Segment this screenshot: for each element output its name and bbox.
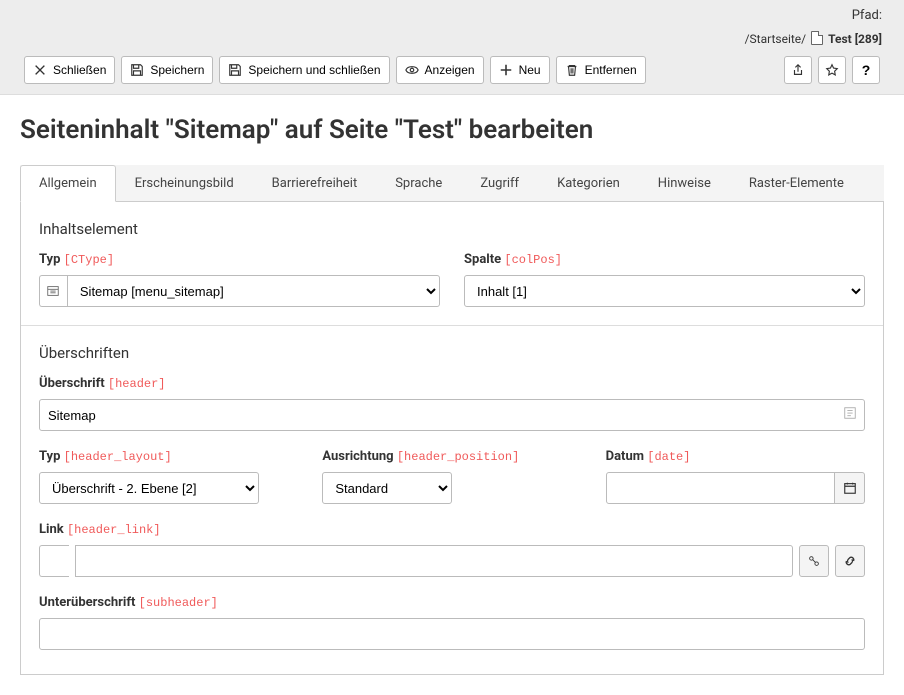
eye-icon <box>405 63 419 77</box>
help-button[interactable]: ? <box>852 56 880 84</box>
header-layout-label: Typ [header_layout] <box>39 449 298 464</box>
link-wizard-button[interactable] <box>799 545 829 577</box>
ctype-select[interactable]: Sitemap [menu_sitemap] <box>67 275 440 307</box>
close-icon <box>33 63 47 77</box>
link-prefix-icon <box>39 545 69 577</box>
delete-button[interactable]: Entfernen <box>556 56 646 84</box>
header-position-select[interactable]: Standard <box>322 472 452 504</box>
date-picker-button[interactable] <box>835 472 865 504</box>
share-button[interactable] <box>784 56 812 84</box>
page-title: Seiteninhalt "Sitemap" auf Seite "Test" … <box>20 115 884 145</box>
header-link-input[interactable] <box>75 545 793 577</box>
wizard-icon[interactable] <box>843 406 857 424</box>
section-ueberschriften: Überschriften <box>39 344 865 362</box>
link-wizard-icon <box>807 554 821 568</box>
breadcrumb-id: [289] <box>855 32 882 46</box>
page-icon <box>811 31 823 45</box>
view-button[interactable]: Anzeigen <box>396 56 484 84</box>
header-label: Überschrift [header] <box>39 376 865 391</box>
bookmark-button[interactable] <box>818 56 846 84</box>
link-icon <box>843 554 857 568</box>
star-icon <box>825 63 839 77</box>
tab-zugriff[interactable]: Zugriff <box>461 165 538 202</box>
ctype-icon <box>39 275 67 307</box>
tab-panel: Inhaltselement Typ [CType] Sitemap [menu… <box>20 202 884 675</box>
toolbar: Schließen Speichern Speichern und schlie… <box>12 52 892 94</box>
tab-hinweise[interactable]: Hinweise <box>639 165 730 202</box>
header-layout-select[interactable]: Überschrift - 2. Ebene [2] <box>39 472 259 504</box>
section-inhaltselement: Inhaltselement <box>39 220 865 238</box>
tab-raster-elemente[interactable]: Raster-Elemente <box>730 165 863 202</box>
ctype-label: Typ [CType] <box>39 252 440 267</box>
close-button[interactable]: Schließen <box>24 56 115 84</box>
tab-kategorien[interactable]: Kategorien <box>538 165 639 202</box>
plus-icon <box>499 63 513 77</box>
tab-sprache[interactable]: Sprache <box>376 165 461 202</box>
colpos-label: Spalte [colPos] <box>464 252 865 267</box>
date-label: Datum [date] <box>606 449 865 464</box>
save-icon <box>130 63 144 77</box>
subheader-label: Unterüberschrift [subheader] <box>39 595 865 610</box>
breadcrumb: Pfad: /Startseite/ Test [289] <box>12 6 892 52</box>
link-browse-button[interactable] <box>835 545 865 577</box>
new-button[interactable]: Neu <box>490 56 550 84</box>
header-position-label: Ausrichtung [header_position] <box>322 449 581 464</box>
subheader-input[interactable] <box>39 618 865 650</box>
calendar-icon <box>843 481 857 495</box>
tab-erscheinungsbild[interactable]: Erscheinungsbild <box>116 165 253 202</box>
breadcrumb-label: Pfad: <box>22 8 882 23</box>
colpos-select[interactable]: Inhalt [1] <box>464 275 865 307</box>
tabs: Allgemein Erscheinungsbild Barrierefreih… <box>20 165 884 202</box>
help-icon: ? <box>862 62 871 78</box>
save-close-icon <box>228 63 242 77</box>
save-button[interactable]: Speichern <box>121 56 213 84</box>
trash-icon <box>565 63 579 77</box>
breadcrumb-path[interactable]: /Startseite/ <box>745 32 807 46</box>
header-input[interactable] <box>39 399 865 431</box>
tab-allgemein[interactable]: Allgemein <box>20 165 116 202</box>
tab-barrierefreiheit[interactable]: Barrierefreiheit <box>253 165 377 202</box>
breadcrumb-page[interactable]: Test <box>828 32 852 46</box>
header-link-label: Link [header_link] <box>39 522 865 537</box>
save-close-button[interactable]: Speichern und schließen <box>219 56 389 84</box>
date-input[interactable] <box>606 472 835 504</box>
share-icon <box>791 63 805 77</box>
